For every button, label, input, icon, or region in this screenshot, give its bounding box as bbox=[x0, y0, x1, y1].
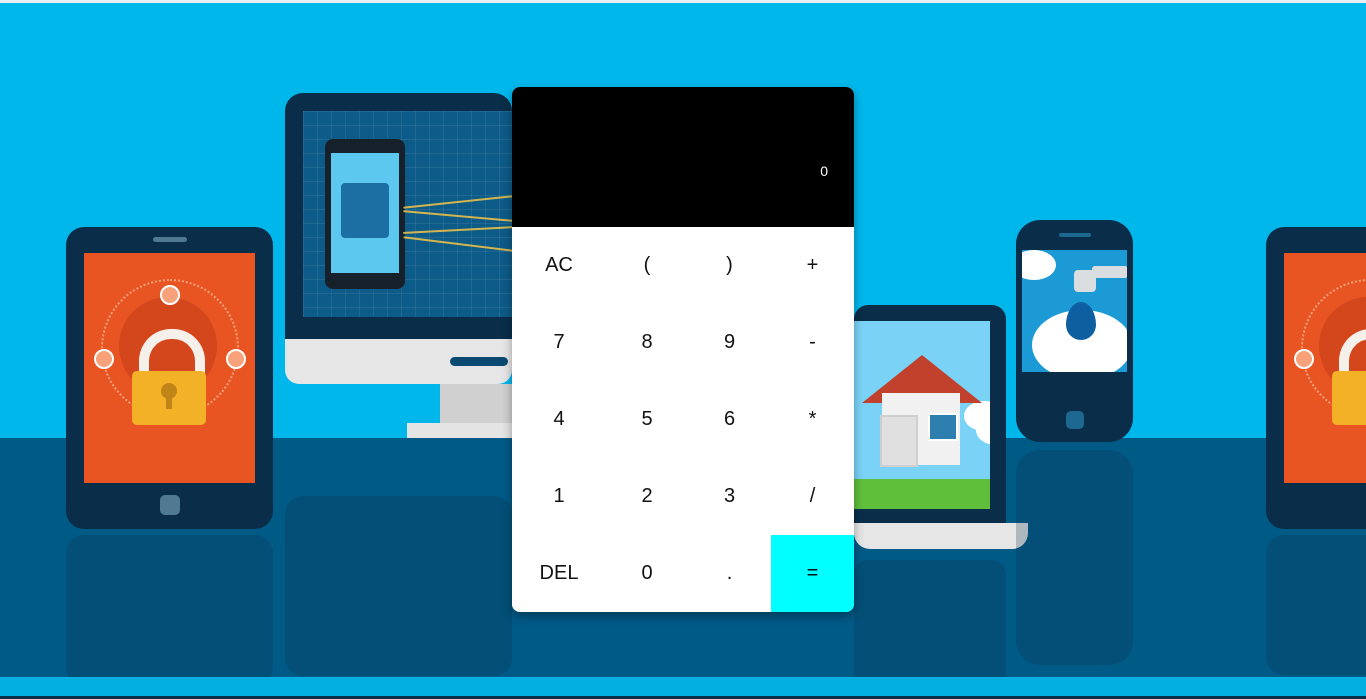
divide-button[interactable]: / bbox=[771, 458, 854, 535]
monitor-reflection bbox=[285, 496, 512, 676]
subtract-button[interactable]: - bbox=[771, 304, 854, 381]
close-paren-button[interactable]: ) bbox=[688, 227, 771, 304]
laptop-base bbox=[854, 523, 1028, 549]
data-wave bbox=[403, 195, 512, 209]
digit-3-button[interactable]: 3 bbox=[688, 458, 771, 535]
tablet-left-reflection bbox=[66, 535, 273, 685]
digit-9-button[interactable]: 9 bbox=[688, 304, 771, 381]
house-door bbox=[880, 415, 918, 467]
monitor-stand-base bbox=[407, 423, 512, 438]
top-strip bbox=[0, 0, 1366, 3]
digit-6-button[interactable]: 6 bbox=[688, 381, 771, 458]
user-icon bbox=[160, 285, 180, 305]
digit-2-button[interactable]: 2 bbox=[606, 458, 688, 535]
monitor-screen bbox=[303, 111, 512, 317]
phone-icon bbox=[325, 139, 405, 289]
data-wave bbox=[403, 226, 512, 234]
smartphone bbox=[1016, 220, 1133, 442]
monitor-chin bbox=[285, 339, 512, 384]
tablet-left bbox=[66, 227, 273, 529]
folder-icon bbox=[94, 349, 114, 369]
digit-5-button[interactable]: 5 bbox=[606, 381, 688, 458]
keypad: AC ( ) + 7 8 9 - 4 5 6 * 1 2 3 / DEL 0 .… bbox=[512, 227, 854, 612]
decimal-point-button[interactable]: . bbox=[688, 535, 771, 612]
grass bbox=[854, 479, 990, 509]
folder-icon bbox=[1294, 349, 1314, 369]
digit-0-button[interactable]: 0 bbox=[606, 535, 688, 612]
keyhole-icon bbox=[161, 383, 177, 409]
lock-icon bbox=[132, 371, 206, 425]
all-clear-button[interactable]: AC bbox=[512, 227, 606, 304]
faucet-icon bbox=[1092, 266, 1127, 278]
mail-icon bbox=[226, 349, 246, 369]
calculator-display: 0 bbox=[512, 87, 854, 227]
digit-7-button[interactable]: 7 bbox=[512, 304, 606, 381]
digit-1-button[interactable]: 1 bbox=[512, 458, 606, 535]
water-drop-icon bbox=[1066, 302, 1096, 340]
tablet-right-reflection bbox=[1266, 535, 1366, 675]
monitor-logo-slot bbox=[450, 357, 508, 366]
display-value: 0 bbox=[820, 163, 828, 179]
data-wave bbox=[403, 210, 512, 222]
delete-button[interactable]: DEL bbox=[512, 535, 606, 612]
laptop-reflection bbox=[854, 560, 1006, 677]
equals-button[interactable]: = bbox=[771, 535, 854, 612]
add-button[interactable]: + bbox=[771, 227, 854, 304]
monitor-stand bbox=[440, 384, 512, 424]
phone-home-button bbox=[1065, 411, 1084, 429]
digit-4-button[interactable]: 4 bbox=[512, 381, 606, 458]
laptop-screen bbox=[854, 321, 990, 509]
house-window bbox=[928, 413, 958, 441]
calculator: 0 AC ( ) + 7 8 9 - 4 5 6 * 1 2 3 / DEL 0… bbox=[512, 87, 854, 612]
laptop bbox=[854, 305, 1006, 525]
phone-reflection bbox=[1016, 450, 1133, 665]
tablet-right-screen bbox=[1284, 253, 1366, 483]
tablet-home-button bbox=[159, 495, 180, 515]
open-paren-button[interactable]: ( bbox=[606, 227, 688, 304]
bottom-bar bbox=[0, 677, 1366, 699]
lock-icon bbox=[1332, 371, 1366, 425]
phone-icon-screen bbox=[331, 153, 399, 273]
monitor bbox=[285, 93, 512, 339]
cloud bbox=[1022, 250, 1056, 280]
multiply-button[interactable]: * bbox=[771, 381, 854, 458]
tablet-screen bbox=[84, 253, 255, 483]
data-wave bbox=[403, 236, 512, 252]
phone-card bbox=[341, 183, 389, 238]
phone-speaker bbox=[1058, 233, 1091, 237]
digit-8-button[interactable]: 8 bbox=[606, 304, 688, 381]
tablet-speaker bbox=[152, 237, 187, 242]
tablet-right bbox=[1266, 227, 1366, 529]
phone-screen bbox=[1022, 250, 1127, 372]
